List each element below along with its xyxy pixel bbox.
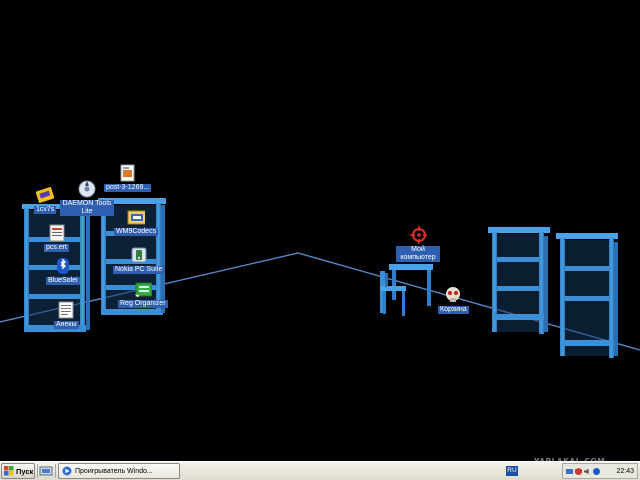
- clock[interactable]: 22:43: [616, 468, 637, 475]
- skull-recycle-bin-icon: [444, 286, 462, 304]
- windows-logo-icon: [4, 466, 14, 476]
- icon-label: Reg Organizer: [118, 300, 168, 308]
- taskbar-separator: [37, 464, 38, 478]
- start-label: Пуск: [16, 466, 34, 476]
- nokia-pc-suite-icon: [130, 246, 148, 264]
- desktop-icon-1cv7s[interactable]: 1cv7s: [34, 186, 57, 214]
- shield-icon[interactable]: [575, 467, 582, 475]
- show-desktop-icon[interactable]: [39, 465, 53, 477]
- desktop-icon-pcs-ert[interactable]: pcs.ert: [44, 224, 70, 252]
- document-icon: [48, 224, 66, 242]
- icon-label: Корзина: [438, 306, 469, 314]
- taskbar: Пуск Проигрыватель Windo... RU 22:43: [0, 461, 640, 480]
- desktop-icon-bluesoleil[interactable]: BlueSolei: [46, 257, 80, 285]
- 1cv7s-icon: [36, 186, 55, 204]
- desktop-icon-reg-organizer[interactable]: Reg Organizer: [118, 280, 168, 308]
- system-tray: 22:43: [562, 463, 638, 479]
- text-document-icon: [57, 301, 75, 319]
- icon-label: 1cv7s: [34, 206, 57, 214]
- bookshelf-right-2: [556, 233, 618, 358]
- volume-icon[interactable]: [584, 468, 591, 475]
- taskbar-separator: [55, 464, 56, 478]
- taskbar-button-media-player[interactable]: Проигрыватель Windo...: [58, 463, 180, 479]
- icon-label: post-3-1269...: [104, 184, 152, 192]
- desktop-icon-aneky[interactable]: Анекы: [54, 301, 79, 329]
- bluetooth-tray-icon[interactable]: [593, 467, 600, 475]
- folder-package-icon: [127, 208, 146, 226]
- desktop-icon-post-file[interactable]: post-3-1269...: [104, 164, 152, 192]
- room-scene: [0, 198, 640, 358]
- taskbar-button-label: Проигрыватель Windo...: [75, 467, 153, 475]
- desktop-icon-my-computer[interactable]: Мой компьютер: [396, 226, 440, 262]
- icon-label: Анекы: [54, 321, 79, 329]
- crosshair-target-icon: [409, 226, 427, 244]
- start-button[interactable]: Пуск: [1, 463, 35, 479]
- network-icon[interactable]: [566, 468, 573, 475]
- media-player-icon: [62, 466, 72, 476]
- icon-label: BlueSolei: [46, 277, 80, 285]
- desktop-icon-recycle-bin[interactable]: Корзина: [438, 286, 469, 314]
- bookshelf-right-1: [488, 227, 550, 334]
- daemon-tools-icon: [78, 180, 96, 198]
- icon-label: pcs.ert: [44, 244, 70, 252]
- icon-label: DAEMON Tools Lite: [60, 200, 114, 216]
- icon-label: Nokia PC Suite: [113, 266, 165, 274]
- icon-label: WM9Codecs: [114, 228, 159, 236]
- table-and-chair: [380, 264, 433, 316]
- icon-label: Мой компьютер: [396, 246, 440, 262]
- desktop-icon-wm9codecs[interactable]: WM9Codecs: [114, 208, 159, 236]
- desktop-icon-nokia-pc-suite[interactable]: Nokia PC Suite: [113, 246, 165, 274]
- image-file-icon: [119, 164, 137, 182]
- language-indicator[interactable]: RU: [506, 466, 518, 476]
- desktop-background[interactable]: 1cv7s DAEMON Tools Lite post-3-1269... p…: [0, 0, 640, 461]
- reg-organizer-icon: [134, 280, 152, 298]
- bluetooth-icon: [54, 257, 72, 275]
